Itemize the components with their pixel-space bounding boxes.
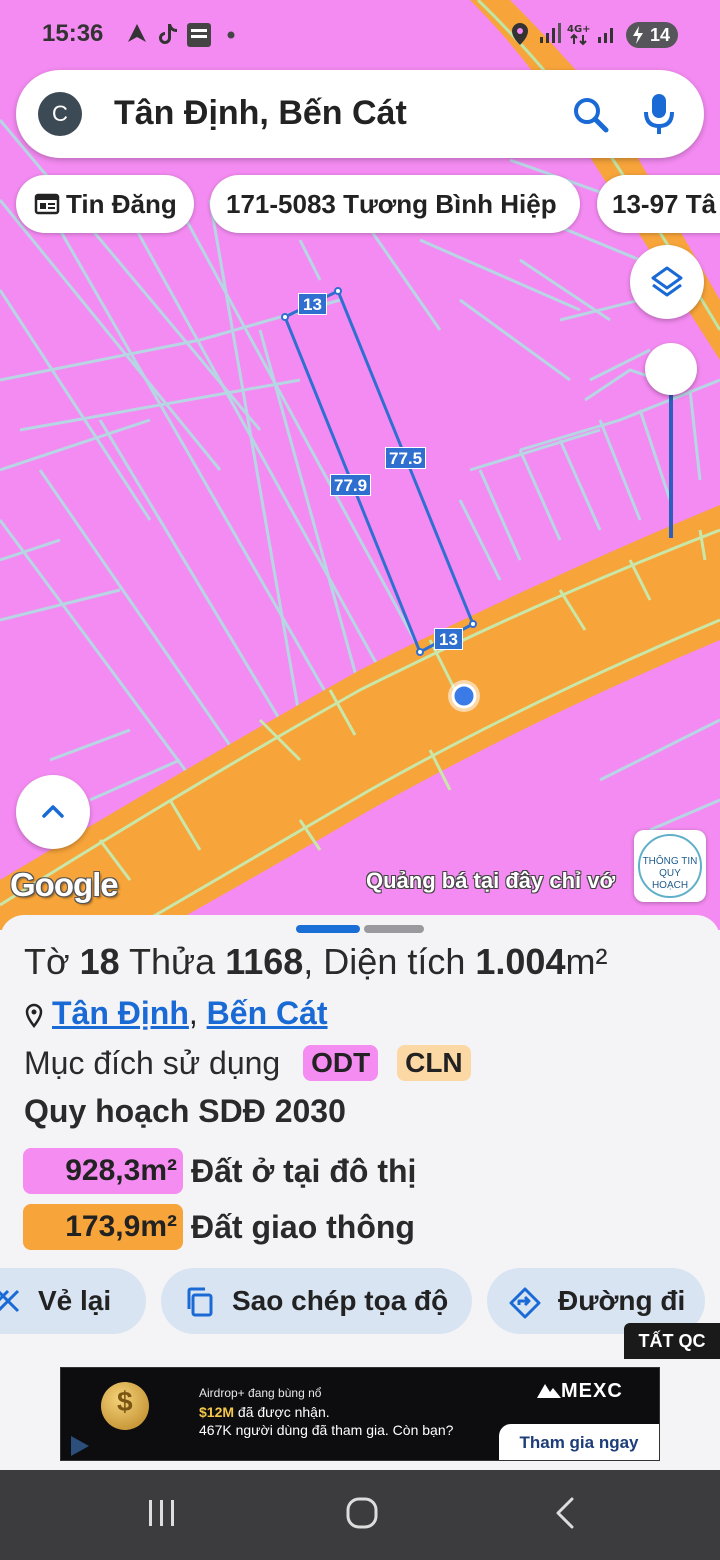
plan-title: Quy hoạch SDĐ 2030 bbox=[24, 1093, 346, 1129]
layers-button[interactable] bbox=[630, 245, 704, 319]
my-location-dot bbox=[451, 683, 477, 709]
signal-icon bbox=[540, 23, 561, 43]
ward-link[interactable]: Tân Định bbox=[52, 995, 189, 1031]
chip-label: Tin Đăng bbox=[66, 189, 177, 219]
location-line: Tân Định, Bến Cát bbox=[24, 995, 328, 1032]
copy-coordinates-button[interactable]: Sao chép tọa độ bbox=[161, 1268, 472, 1334]
ad-brand-name: MEXC bbox=[561, 1380, 623, 1402]
google-logo: Google bbox=[10, 866, 119, 903]
area-value: 1.004 bbox=[475, 941, 566, 982]
comma: , bbox=[188, 995, 207, 1031]
ad-line-1: Airdrop+ đang bùng nổ bbox=[199, 1386, 322, 1400]
badge-line-2: QUY HOẠCH bbox=[651, 868, 689, 891]
brand-mark-icon bbox=[537, 1384, 561, 1398]
chip-label: 13-97 Tâ bbox=[612, 189, 717, 219]
sheet-handle-active[interactable] bbox=[296, 925, 360, 933]
sheet-handle[interactable] bbox=[364, 925, 424, 933]
plot-label: Thửa bbox=[129, 941, 216, 982]
status-time: 15:36 bbox=[42, 20, 104, 47]
layers-icon bbox=[651, 266, 683, 297]
purpose-tag-cln[interactable]: CLN bbox=[397, 1045, 471, 1081]
land-use-area: 173,9m² bbox=[23, 1204, 183, 1250]
hide-ads-button[interactable]: TẤT QC bbox=[624, 1323, 720, 1359]
land-use-name: Đất giao thông bbox=[191, 1209, 415, 1245]
opacity-slider-handle[interactable] bbox=[645, 343, 697, 395]
ad-play-icon bbox=[71, 1436, 89, 1456]
search-bar[interactable]: C Tân Định, Bến Cát bbox=[16, 70, 704, 158]
redraw-icon bbox=[0, 1289, 20, 1313]
chip-road-2[interactable]: 13-97 Tâ bbox=[597, 175, 720, 233]
planning-info-badge[interactable]: THÔNG TIN QUY HOẠCH bbox=[634, 830, 706, 902]
district-link[interactable]: Bến Cát bbox=[207, 995, 328, 1031]
area-unit: m² bbox=[565, 941, 608, 982]
map-ad-text[interactable]: Quảng bá tại đây chỉ vớ bbox=[366, 868, 615, 894]
status-bar: 15:36 4G+ 14 bbox=[0, 0, 720, 68]
tiktok-icon bbox=[159, 24, 177, 44]
search-icon[interactable] bbox=[568, 92, 614, 138]
location-icon bbox=[512, 23, 528, 45]
measure-label-right: 77.5 bbox=[385, 447, 427, 469]
parcel-info-sheet[interactable]: Tờ 18 Thửa 1168, Diện tích 1.004m² Tân Đ… bbox=[0, 915, 720, 1470]
copy-icon bbox=[187, 1287, 213, 1317]
ad-banner[interactable]: $ Airdrop+ đang bùng nổ $12M đã được nhậ… bbox=[60, 1367, 660, 1461]
chip-listings[interactable]: Tin Đăng bbox=[16, 175, 194, 233]
home-icon[interactable] bbox=[345, 1496, 379, 1530]
planning-info-logo: THÔNG TIN QUY HOẠCH bbox=[638, 834, 702, 898]
parcel-summary: Tờ 18 Thửa 1168, Diện tích 1.004m² bbox=[24, 941, 607, 983]
copy-label: Sao chép tọa độ bbox=[232, 1285, 449, 1316]
ad-cta-button[interactable]: Tham gia ngay bbox=[499, 1424, 659, 1460]
map-view[interactable]: 13 77.5 77.9 13 15:36 4G+ 14 C Tân Định,… bbox=[0, 0, 720, 930]
expand-sheet-button[interactable] bbox=[16, 775, 90, 849]
4g-icon: 4G+ bbox=[567, 24, 591, 46]
back-icon[interactable] bbox=[552, 1496, 578, 1530]
chevron-up-icon bbox=[42, 805, 64, 818]
microphone-icon[interactable] bbox=[636, 90, 682, 138]
directions-label: Đường đi bbox=[558, 1285, 686, 1316]
map-pin-icon bbox=[25, 1003, 43, 1028]
land-use-row: 928,3m² Đất ở tại đô thị bbox=[23, 1148, 416, 1194]
area-label: , Diện tích bbox=[303, 941, 466, 982]
system-nav-bar bbox=[0, 1470, 720, 1560]
avatar[interactable]: C bbox=[38, 92, 82, 136]
search-input[interactable]: Tân Định, Bến Cát bbox=[114, 94, 407, 133]
chip-label: 171-5083 Tương Bình Hiệp bbox=[226, 189, 557, 219]
land-use-area: 928,3m² bbox=[23, 1148, 183, 1194]
land-use-name: Đất ở tại đô thị bbox=[191, 1153, 417, 1189]
ad-line-2-rest: đã được nhận. bbox=[234, 1404, 330, 1420]
news-app-icon bbox=[187, 23, 211, 47]
recent-apps-icon[interactable] bbox=[146, 1497, 178, 1529]
ad-line-3: 467K người dùng đã tham gia. Còn bạn? bbox=[199, 1422, 454, 1438]
signal-icon-2 bbox=[598, 28, 613, 43]
arrow-app-icon bbox=[128, 24, 146, 42]
more-dot-icon bbox=[227, 31, 235, 39]
redraw-button[interactable]: Vẻ lại bbox=[0, 1268, 146, 1334]
badge-line-1: THÔNG TIN bbox=[642, 856, 698, 867]
purpose-label: Mục đích sử dụng bbox=[24, 1045, 281, 1081]
land-use-row: 173,9m² Đất giao thông bbox=[23, 1204, 415, 1250]
sheet-number: 18 bbox=[79, 941, 120, 982]
directions-icon bbox=[509, 1287, 541, 1319]
plot-number: 1168 bbox=[225, 941, 304, 982]
charging-icon bbox=[633, 26, 643, 44]
listing-icon bbox=[34, 193, 60, 215]
sheet-label: Tờ bbox=[24, 941, 70, 982]
measure-label-left: 77.9 bbox=[330, 474, 372, 496]
measure-label-top: 13 bbox=[298, 293, 327, 315]
chip-road[interactable]: 171-5083 Tương Bình Hiệp bbox=[210, 175, 580, 233]
measure-label-bottom: 13 bbox=[434, 628, 463, 650]
battery-level: 14 bbox=[649, 25, 670, 45]
ad-highlight: $12M bbox=[199, 1404, 235, 1420]
battery-indicator: 14 bbox=[626, 22, 678, 48]
ad-line-2: $12M đã được nhận. bbox=[199, 1404, 330, 1420]
purpose-tag-odt[interactable]: ODT bbox=[303, 1045, 379, 1081]
ad-brand-logo: MEXC bbox=[537, 1380, 623, 1403]
redraw-label: Vẻ lại bbox=[38, 1285, 112, 1316]
dollar-icon: $ bbox=[117, 1386, 133, 1417]
land-purpose-line: Mục đích sử dụng ODT CLN bbox=[24, 1045, 471, 1082]
svg-text:4G+: 4G+ bbox=[567, 24, 591, 35]
